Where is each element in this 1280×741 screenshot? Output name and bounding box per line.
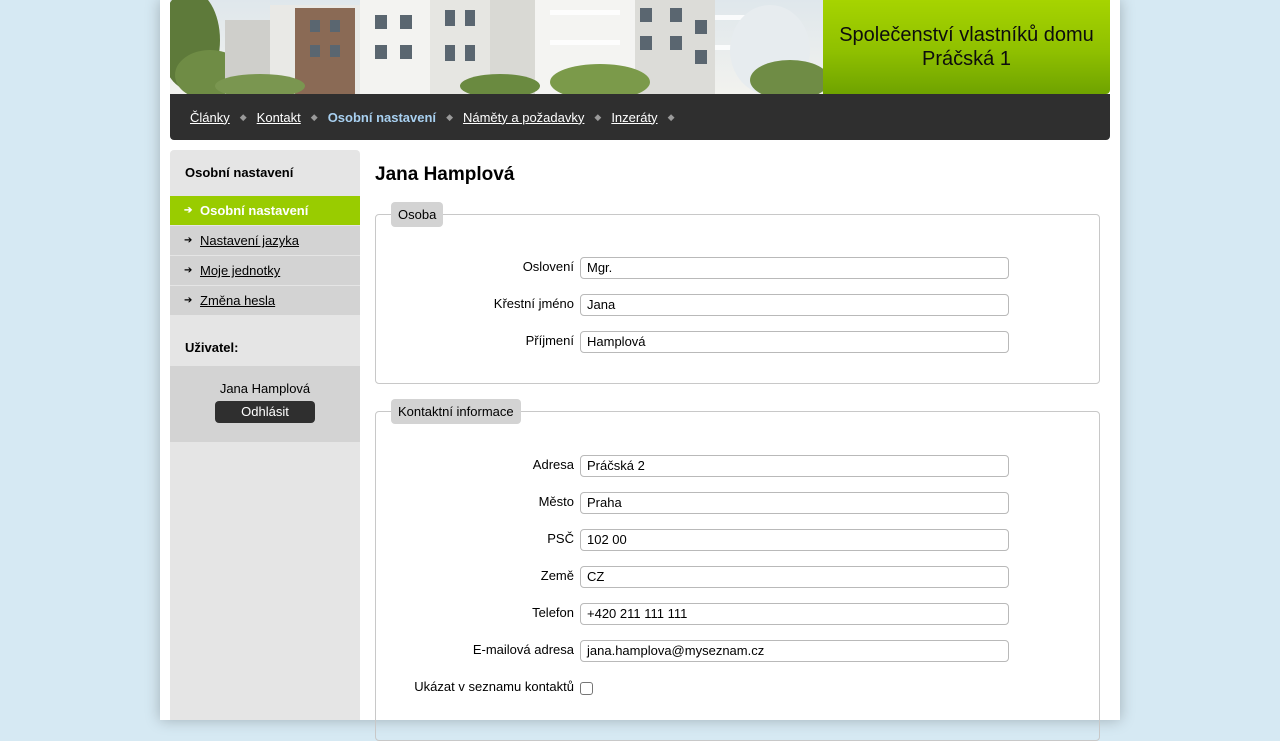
email-label: E-mailová adresa xyxy=(472,642,574,657)
arrow-right-icon: ➔ xyxy=(184,265,193,276)
zeme-label: Země xyxy=(540,568,574,583)
nav-item-inzeraty[interactable]: Inzeráty xyxy=(611,110,657,125)
contact-legend: Kontaktní informace xyxy=(391,399,521,424)
field-row-krestni-jmeno: Křestní jméno Jana xyxy=(376,294,1101,316)
adresa-label: Adresa xyxy=(532,457,574,472)
arrow-right-icon: ➔ xyxy=(184,205,193,216)
osloveni-label: Oslovení xyxy=(522,259,574,274)
field-row-psc: PSČ 102 00 xyxy=(376,529,1101,551)
person-fieldset: Osoba Oslovení Mgr. Křestní jméno Jana P… xyxy=(375,202,1101,384)
nav-item-clanky[interactable]: Články xyxy=(190,110,230,125)
osloveni-input[interactable]: Mgr. xyxy=(580,257,1009,279)
diamond-separator-icon: ◆ xyxy=(594,111,602,122)
user-heading: Uživatel: xyxy=(185,340,239,355)
email-input[interactable]: jana.hamplova@myseznam.cz xyxy=(580,640,1009,662)
field-row-zeme: Země CZ xyxy=(376,566,1101,588)
person-legend: Osoba xyxy=(391,202,444,227)
sidebar-item-moje-jednotky[interactable]: ➔ Moje jednotky xyxy=(170,256,360,285)
sidebar-item-zmena-hesla[interactable]: ➔ Změna hesla xyxy=(170,286,360,315)
sidebar-menu: ➔ Osobní nastavení ➔ Nastavení jazyka ➔ … xyxy=(170,196,360,316)
nav-item-osobni-nastaveni[interactable]: Osobní nastavení xyxy=(328,110,436,125)
building-illustration xyxy=(170,0,823,94)
psc-label: PSČ xyxy=(547,531,574,546)
field-row-email: E-mailová adresa jana.hamplova@myseznam.… xyxy=(376,640,1101,662)
sidebar-item-osobni-nastaveni[interactable]: ➔ Osobní nastavení xyxy=(170,196,360,225)
krestni-jmeno-input[interactable]: Jana xyxy=(580,294,1009,316)
mesto-label: Město xyxy=(538,494,574,509)
page: Společenství vlastníků domu Práčská 1 Čl… xyxy=(160,0,1120,741)
field-row-mesto: Město Praha xyxy=(376,492,1101,514)
sidebar: Osobní nastavení ➔ Osobní nastavení ➔ Na… xyxy=(170,150,360,720)
psc-input[interactable]: 102 00 xyxy=(580,529,1009,551)
field-row-telefon: Telefon +420 211 111 111 xyxy=(376,603,1101,625)
nav-item-kontakt[interactable]: Kontakt xyxy=(257,110,301,125)
field-row-show-in-contacts: Ukázat v seznamu kontaktů xyxy=(376,677,1101,699)
page-title: Jana Hamplová xyxy=(375,164,515,185)
diamond-separator-icon: ◆ xyxy=(667,111,675,122)
sidebar-item-nastaveni-jazyka[interactable]: ➔ Nastavení jazyka xyxy=(170,226,360,255)
field-row-adresa: Adresa Práčská 2 xyxy=(376,455,1101,477)
logout-button[interactable]: Odhlásit xyxy=(215,401,315,423)
sidebar-item-label: Osobní nastavení xyxy=(200,203,309,218)
zeme-input[interactable]: CZ xyxy=(580,566,1009,588)
field-row-osloveni: Oslovení Mgr. xyxy=(376,257,1101,279)
telefon-input[interactable]: +420 211 111 111 xyxy=(580,603,1009,625)
arrow-right-icon: ➔ xyxy=(184,235,193,246)
user-box: Jana Hamplová Odhlásit xyxy=(170,366,360,442)
sidebar-item-label: Nastavení jazyka xyxy=(200,233,299,248)
site-title: Společenství vlastníků domu Práčská 1 xyxy=(823,0,1110,94)
diamond-separator-icon: ◆ xyxy=(446,111,453,122)
telefon-label: Telefon xyxy=(532,605,574,620)
field-row-prijmeni: Příjmení Hamplová xyxy=(376,331,1101,353)
user-name: Jana Hamplová xyxy=(219,381,311,396)
contact-fieldset: Kontaktní informace Adresa Práčská 2 Měs… xyxy=(375,399,1101,741)
sidebar-item-label: Změna hesla xyxy=(200,293,276,308)
main-navigation: Články ◆ Kontakt ◆ Osobní nastavení ◆ Ná… xyxy=(170,94,1110,140)
krestni-jmeno-label: Křestní jméno xyxy=(493,296,574,311)
sidebar-item-label: Moje jednotky xyxy=(200,263,281,278)
prijmeni-label: Příjmení xyxy=(525,333,574,348)
nav-item-namety-a-pozadavky[interactable]: Náměty a požadavky xyxy=(463,110,584,125)
arrow-right-icon: ➔ xyxy=(184,295,193,306)
diamond-separator-icon: ◆ xyxy=(310,111,318,122)
sidebar-heading: Osobní nastavení xyxy=(185,165,294,180)
mesto-input[interactable]: Praha xyxy=(580,492,1009,514)
prijmeni-input[interactable]: Hamplová xyxy=(580,331,1009,353)
show-in-contacts-label: Ukázat v seznamu kontaktů xyxy=(414,679,574,694)
show-in-contacts-checkbox[interactable] xyxy=(580,682,593,695)
adresa-input[interactable]: Práčská 2 xyxy=(580,455,1009,477)
diamond-separator-icon: ◆ xyxy=(239,111,247,122)
header-banner-image xyxy=(170,0,823,94)
